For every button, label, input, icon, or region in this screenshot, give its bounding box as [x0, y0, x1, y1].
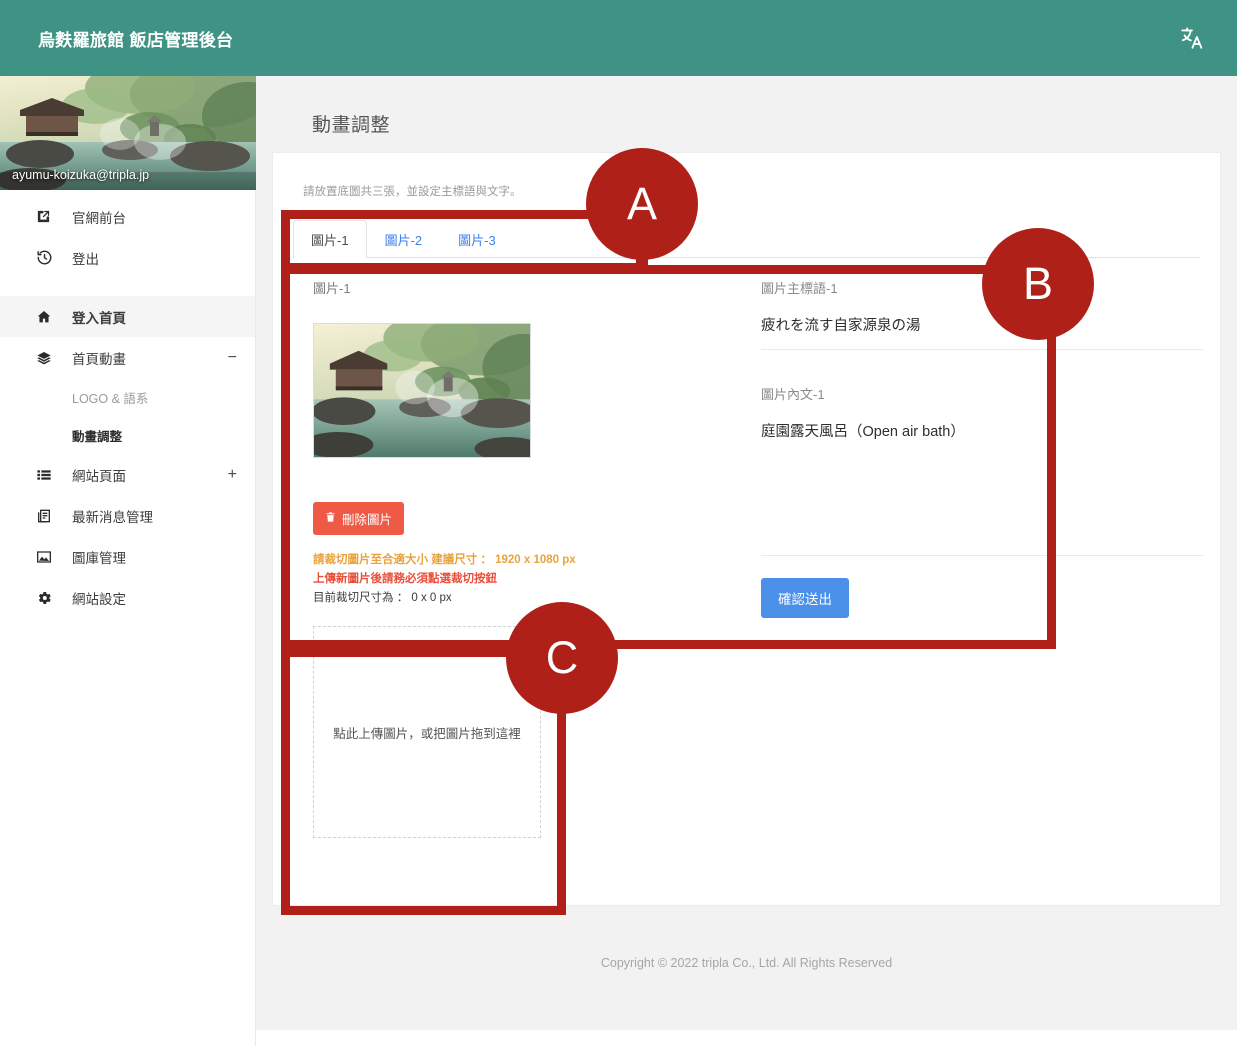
sidebar-item-label: 登出: [72, 251, 99, 267]
sidebar-expand-toggle[interactable]: +: [228, 466, 237, 483]
trash-icon: [325, 511, 336, 526]
crop-recommendation-text: 請裁切圖片至合適大小 建議尺寸 ： 1920 x 1080 px: [313, 554, 576, 566]
headline-label: 圖片主標語-1: [761, 281, 838, 296]
gear-icon: [36, 590, 58, 606]
body-value[interactable]: 庭園露天風呂（Open air bath）: [761, 420, 1203, 455]
sidebar-item-label: 最新消息管理: [72, 509, 153, 525]
submit-button[interactable]: 確認送出: [761, 578, 849, 618]
tab-image-3[interactable]: 圖片-3: [440, 220, 514, 258]
sidebar-item-login-home[interactable]: 登入首頁: [0, 296, 255, 337]
body-field: 圖片內文-1 庭園露天風呂（Open air bath）: [761, 384, 1203, 455]
dropzone-wrap: 點此上傳圖片，或把圖片拖到這裡: [273, 626, 1220, 838]
sidebar-item-site-pages[interactable]: 網站頁面 +: [0, 454, 255, 495]
list-icon: [36, 467, 58, 483]
profile-email: ayumu-koizuka@tripla.jp: [12, 168, 150, 182]
sidebar-item-label: 網站頁面: [72, 468, 126, 484]
sidebar-item-gallery-management[interactable]: 圖庫管理: [0, 536, 255, 577]
delete-image-button[interactable]: 刪除圖片: [313, 502, 405, 535]
image-dropzone[interactable]: 點此上傳圖片，或把圖片拖到這裡: [313, 626, 541, 838]
card-hint: 請放置底圖共三張，並設定主標語與文字。: [303, 186, 522, 198]
image-field-label: 圖片-1: [313, 281, 351, 296]
sidebar-subitem-label: 動畫調整: [72, 429, 123, 444]
tab-image-1[interactable]: 圖片-1: [293, 220, 367, 258]
delete-image-label: 刪除圖片: [342, 513, 393, 527]
sidebar-subitem-animation-settings[interactable]: 動畫調整: [0, 416, 255, 454]
history-logout-icon: [36, 249, 58, 266]
body-label: 圖片內文-1: [761, 387, 825, 402]
tab-panel-image-1: 圖片-1 刪除圖片 請裁切圖片至合適大小 建議尺寸 ： 1920 x 1080 …: [273, 258, 1220, 618]
sidebar-item-label: 網站設定: [72, 591, 126, 607]
settings-card: 請放置底圖共三張，並設定主標語與文字。 圖片-1 圖片-2 圖片-3 圖片-1: [272, 152, 1221, 906]
app-root: 烏麩羅旅館 飯店管理後台 ayumu-koizuka@tripla.jp 官網前…: [0, 0, 1250, 1046]
news-icon: [36, 508, 58, 524]
top-bar: 烏麩羅旅館 飯店管理後台: [0, 0, 1237, 76]
main-content: 動畫調整 請放置底圖共三張，並設定主標語與文字。 圖片-1 圖片-2 圖片-3 …: [256, 76, 1237, 1030]
sidebar-nav: 官網前台 登出 登入首頁 首頁動畫 − LOGO & 語系 動畫調整 網站頁面 …: [0, 190, 255, 618]
page-title: 動畫調整: [312, 115, 391, 136]
sidebar-subitem-label: LOGO & 語系: [72, 391, 149, 406]
sidebar-item-label: 首頁動畫: [72, 351, 126, 367]
text-column: 圖片主標語-1 疲れを流す自家源泉の湯 圖片內文-1 庭園露天風呂（Open a…: [743, 258, 1203, 618]
external-link-icon: [36, 209, 58, 224]
sidebar-subitem-logo-lang[interactable]: LOGO & 語系: [0, 378, 255, 416]
current-crop-size-text: 目前裁切尺寸為 ： 0 x 0 px: [313, 592, 452, 604]
sidebar: ayumu-koizuka@tripla.jp 官網前台 登出 登入首頁 首頁動…: [0, 76, 256, 1046]
app-title: 烏麩羅旅館 飯店管理後台: [38, 30, 234, 50]
image-preview[interactable]: [313, 323, 531, 458]
sidebar-item-logout[interactable]: 登出: [0, 237, 255, 278]
translate-icon[interactable]: [1169, 15, 1215, 61]
crop-required-text: 上傳新圖片後請務必須點選裁切按鈕: [313, 573, 497, 585]
image-icon: [36, 549, 58, 565]
sidebar-item-official-site[interactable]: 官網前台: [0, 196, 255, 237]
sidebar-item-label: 圖庫管理: [72, 550, 126, 566]
tab-image-2[interactable]: 圖片-2: [367, 220, 441, 258]
sidebar-item-news-management[interactable]: 最新消息管理: [0, 495, 255, 536]
sidebar-collapse-toggle[interactable]: −: [228, 349, 237, 366]
image-column: 圖片-1 刪除圖片 請裁切圖片至合適大小 建議尺寸 ： 1920 x 1080 …: [273, 258, 743, 618]
onsen-thumbnail: [314, 324, 530, 457]
dropzone-label: 點此上傳圖片，或把圖片拖到這裡: [333, 726, 521, 741]
sidebar-item-home-animation[interactable]: 首頁動畫 −: [0, 337, 255, 378]
section-divider: [761, 555, 1203, 556]
headline-value[interactable]: 疲れを流す自家源泉の湯: [761, 314, 1203, 350]
footer-copyright: Copyright © 2022 tripla Co., Ltd. All Ri…: [600, 956, 893, 970]
profile-banner: ayumu-koizuka@tripla.jp: [0, 76, 256, 190]
sidebar-item-site-settings[interactable]: 網站設定: [0, 577, 255, 618]
layers-icon: [36, 350, 58, 366]
sidebar-divider-gap: [0, 278, 255, 296]
image-tabs: 圖片-1 圖片-2 圖片-3: [293, 219, 1200, 258]
sidebar-item-label: 官網前台: [72, 210, 126, 226]
home-icon: [36, 309, 58, 325]
sidebar-item-label: 登入首頁: [72, 310, 126, 326]
